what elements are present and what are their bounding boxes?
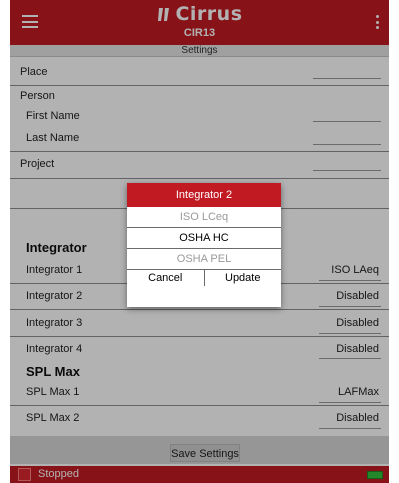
- cancel-button[interactable]: Cancel: [127, 270, 204, 286]
- dialog-actions: Cancel Update: [127, 270, 281, 286]
- dialog-title: Integrator 2: [127, 183, 281, 207]
- update-button[interactable]: Update: [203, 270, 282, 286]
- integrator-2-dialog: Integrator 2 ISO LCeq OSHA HC OSHA PEL C…: [127, 183, 281, 307]
- dialog-option-iso-lceq[interactable]: ISO LCeq: [127, 207, 281, 228]
- dialog-option-osha-pel[interactable]: OSHA PEL: [127, 249, 281, 270]
- dialog-option-osha-hc[interactable]: OSHA HC: [127, 228, 281, 249]
